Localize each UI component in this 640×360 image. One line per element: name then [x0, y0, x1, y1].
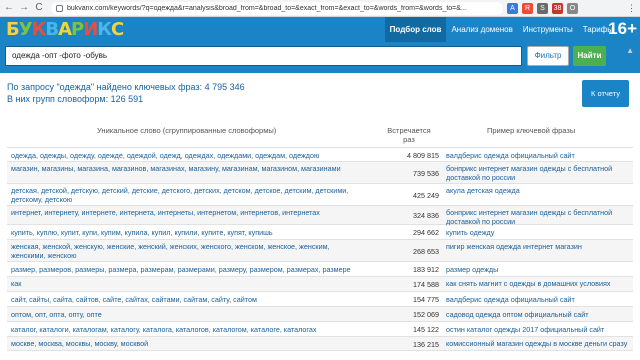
reload-icon[interactable]: C — [33, 2, 45, 14]
filter-button[interactable]: Фильтр — [527, 46, 569, 66]
example-phrase[interactable]: валдберис одежда официальный сайт — [446, 295, 632, 304]
example-phrase[interactable]: акула детская одежда — [446, 186, 632, 195]
table-row: размер, размеров, размеры, размера, разм… — [7, 262, 633, 277]
table-row: магазин, магазины, магазина, магазинов, … — [7, 162, 633, 184]
keyword-group[interactable]: сайт, сайты, сайта, сайтов, сайте, сайта… — [11, 295, 363, 304]
column-header-words[interactable]: Уникальное слово (сгруппированные словоф… — [97, 126, 276, 135]
table-row: москве, москва, москвы, москву, москвой 1… — [7, 337, 633, 351]
example-phrase[interactable]: купить одежду — [446, 228, 632, 237]
example-phrase[interactable]: валдберис одежда официальный сайт — [446, 151, 632, 160]
age-badge: 16+ — [608, 19, 637, 38]
table-row: сайт, сайты, сайта, сайтов, сайте, сайта… — [7, 292, 633, 307]
occurrence-count: 136 215 — [413, 339, 439, 349]
occurrence-count: 183 912 — [413, 265, 439, 274]
occurrence-count: 4 809 815 — [407, 151, 439, 160]
lock-icon — [56, 4, 63, 12]
forward-icon[interactable]: → — [18, 2, 30, 14]
occurrence-count: 324 836 — [413, 211, 439, 220]
keywords-table: одежда, одежды, одежду, одежде, одеждой,… — [7, 149, 633, 351]
column-header-count[interactable]: Встречается раз — [381, 126, 437, 144]
keyword-group[interactable]: женская, женской, женскую, женские, женс… — [11, 242, 363, 260]
table-row: одежда, одежды, одежду, одежде, одеждой,… — [7, 149, 633, 162]
keyword-group[interactable]: магазин, магазины, магазина, магазинов, … — [11, 164, 363, 173]
extension-icon[interactable]: S — [537, 2, 548, 14]
search-bar: одежда -опт -фото -обувь Фильтр Найти ▲ — [0, 42, 640, 73]
table-row: интернет, интернету, интернете, интернет… — [7, 206, 633, 226]
extension-icon[interactable]: R — [522, 2, 533, 14]
example-phrase[interactable]: бонприкс интернет магазин одежды с беспл… — [446, 164, 632, 182]
table-row: каталог, каталоги, каталогам, каталогу, … — [7, 322, 633, 337]
logo-letter: К — [31, 19, 47, 40]
occurrence-count: 739 536 — [413, 168, 439, 178]
url-text: bukvarix.com/keywords/?q=одежда&r=analys… — [67, 4, 467, 12]
keyword-group[interactable]: размер, размеров, размеры, размера, разм… — [11, 265, 363, 274]
extension-icons: A R S 38 O — [503, 2, 578, 14]
nav-item[interactable]: Инструменты — [518, 17, 578, 42]
logo-letter: И — [83, 19, 98, 40]
occurrence-count: 154 775 — [413, 295, 439, 304]
example-phrase[interactable]: бонприкс интернет магазин одежды с беспл… — [446, 208, 632, 226]
occurrence-count: 152 069 — [413, 310, 439, 319]
logo-letter: Б — [6, 19, 20, 40]
search-input[interactable]: одежда -опт -фото -обувь — [5, 46, 522, 66]
example-phrase[interactable]: садовод одежда оптом официальный сайт — [446, 310, 632, 319]
extension-icon[interactable]: A — [507, 2, 518, 14]
logo-letter: Р — [71, 19, 84, 40]
extension-icon[interactable]: O — [567, 2, 578, 14]
occurrence-count: 425 249 — [413, 190, 439, 200]
occurrence-count: 145 122 — [413, 325, 439, 334]
keyword-group[interactable]: интернет, интернету, интернете, интернет… — [11, 208, 363, 217]
nav-item[interactable]: Подбор слов — [384, 17, 447, 42]
site-logo[interactable]: БУКВАРИКС — [6, 19, 124, 40]
table-row: женская, женской, женскую, женские, женс… — [7, 240, 633, 262]
browser-menu-icon[interactable]: ⋮ — [627, 3, 636, 14]
browser-toolbar: ← → C bukvarix.com/keywords/?q=одежда&r=… — [0, 0, 640, 17]
keyword-group[interactable]: детская, детской, детскую, детский, детс… — [11, 186, 363, 204]
keyword-group[interactable]: москве, москва, москвы, москву, москвой — [11, 339, 363, 348]
occurrence-count: 174 588 — [413, 280, 439, 289]
table-row: детская, детской, детскую, детский, детс… — [7, 184, 633, 206]
address-bar[interactable]: bukvarix.com/keywords/?q=одежда&r=analys… — [51, 1, 503, 15]
example-phrase[interactable]: комиссионный магазин одежды в москве ден… — [446, 339, 632, 348]
example-phrase[interactable]: как снять магнит с одежды в домашних усл… — [446, 279, 632, 288]
phrases-count: По запросу "одежда" найдено ключевых фра… — [7, 82, 245, 92]
logo-letter: У — [18, 19, 33, 40]
keyword-group[interactable]: купить, куплю, купит, купи, купим, купил… — [11, 228, 363, 237]
keyword-group[interactable]: как — [11, 279, 363, 288]
top-navigation: Подбор слов Анализ доменов Инструменты Тари… — [384, 17, 618, 42]
nav-item[interactable]: Анализ доменов — [446, 17, 517, 42]
table-row: оптом, опт, опта, опту, опте 152 069 садов… — [7, 307, 633, 322]
table-header: Уникальное слово (сгруппированные словоф… — [7, 120, 633, 148]
column-header-example: Пример ключевой фразы — [487, 126, 576, 135]
site-header: БУКВАРИКС Подбор слов Анализ доменов Инстр… — [0, 17, 640, 42]
example-phrase[interactable]: остин каталог одежды 2017 официальный са… — [446, 325, 632, 334]
example-phrase[interactable]: пигир женская одежда интернет магазин — [446, 242, 632, 251]
scroll-up-icon[interactable]: ▲ — [626, 46, 634, 55]
groups-count: В них групп словоформ: 126 591 — [7, 94, 144, 104]
logo-letter: А — [58, 19, 72, 40]
logo-letter: В — [45, 19, 59, 40]
occurrence-count: 294 662 — [413, 228, 439, 237]
find-button[interactable]: Найти — [573, 46, 606, 66]
extension-icon[interactable]: 38 — [552, 2, 563, 14]
report-button[interactable]: К отчету — [582, 80, 629, 107]
table-row: купить, куплю, купит, купи, купим, купил… — [7, 225, 633, 240]
keyword-group[interactable]: одежда, одежды, одежду, одежде, одеждой,… — [11, 151, 363, 160]
results-summary: По запросу "одежда" найдено ключевых фра… — [7, 81, 245, 105]
example-phrase[interactable]: размер одежды — [446, 265, 632, 274]
logo-letter: К — [97, 19, 112, 40]
occurrence-count: 268 653 — [413, 246, 439, 256]
table-row: как 174 588 как снять магнит с одежды в до… — [7, 277, 633, 292]
keyword-group[interactable]: оптом, опт, опта, опту, опте — [11, 310, 363, 319]
keyword-group[interactable]: каталог, каталоги, каталогам, каталогу, … — [11, 325, 363, 334]
back-icon[interactable]: ← — [3, 2, 15, 14]
logo-letter: С — [111, 19, 124, 40]
